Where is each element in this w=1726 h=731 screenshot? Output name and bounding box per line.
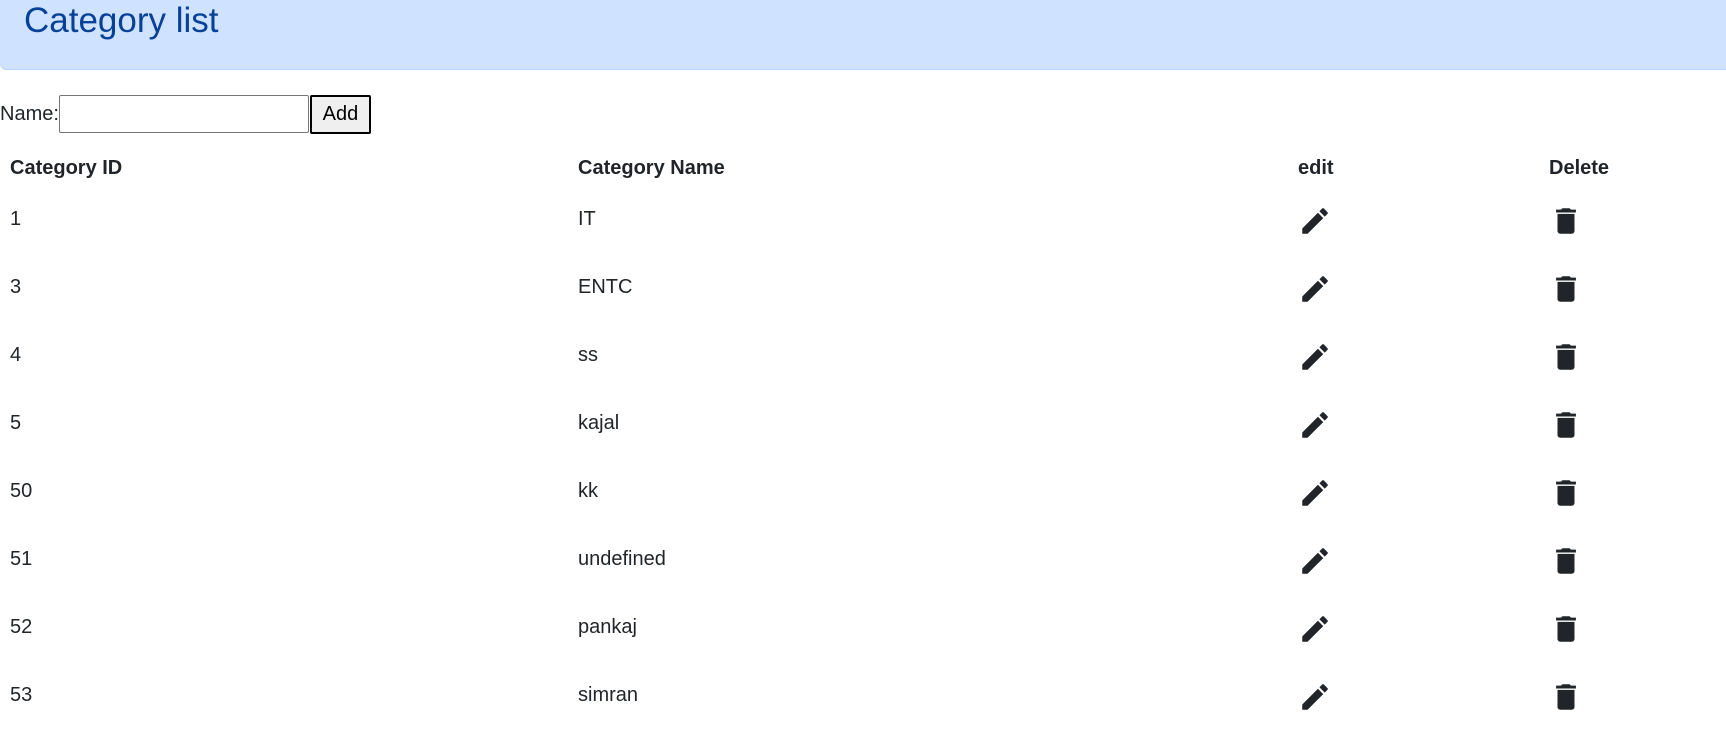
category-id: 4 bbox=[10, 343, 22, 366]
category-name-cell: ENTC bbox=[568, 255, 1288, 323]
table-header-row: Category ID Category Name edit Delete bbox=[0, 149, 1726, 187]
category-id: 51 bbox=[10, 547, 33, 570]
delete-cell bbox=[1539, 459, 1726, 527]
delete-cell bbox=[1539, 663, 1726, 731]
category-name-cell: undefined bbox=[568, 527, 1288, 595]
category-id-cell: 3 bbox=[0, 255, 568, 323]
trash-icon[interactable] bbox=[1549, 408, 1583, 442]
pencil-icon[interactable] bbox=[1298, 680, 1332, 714]
delete-cell bbox=[1539, 187, 1726, 255]
category-name-cell: simran bbox=[568, 663, 1288, 731]
category-table: Category ID Category Name edit Delete 1 I… bbox=[0, 149, 1726, 731]
page-title: Category list bbox=[24, 1, 219, 40]
category-id: 5 bbox=[10, 411, 22, 434]
edit-cell bbox=[1288, 459, 1539, 527]
table-row: 51 undefined bbox=[0, 527, 1726, 595]
pencil-icon[interactable] bbox=[1298, 544, 1332, 578]
category-name: IT bbox=[578, 207, 596, 230]
table-row: 1 IT bbox=[0, 187, 1726, 255]
category-name-cell: kajal bbox=[568, 391, 1288, 459]
delete-cell bbox=[1539, 255, 1726, 323]
category-id-cell: 53 bbox=[0, 663, 568, 731]
pencil-icon[interactable] bbox=[1298, 340, 1332, 374]
trash-icon[interactable] bbox=[1549, 204, 1583, 238]
pencil-icon[interactable] bbox=[1298, 204, 1332, 238]
delete-cell bbox=[1539, 595, 1726, 663]
table-row: 4 ss bbox=[0, 323, 1726, 391]
edit-cell bbox=[1288, 595, 1539, 663]
edit-cell bbox=[1288, 391, 1539, 459]
trash-icon[interactable] bbox=[1549, 476, 1583, 510]
category-id-cell: 50 bbox=[0, 459, 568, 527]
table-row: 53 simran bbox=[0, 663, 1726, 731]
category-name: undefined bbox=[578, 547, 666, 570]
category-name: kajal bbox=[578, 411, 620, 434]
table-row: 52 pankaj bbox=[0, 595, 1726, 663]
category-id-cell: 1 bbox=[0, 187, 568, 255]
edit-cell bbox=[1288, 527, 1539, 595]
pencil-icon[interactable] bbox=[1298, 476, 1332, 510]
page-header: Category list bbox=[0, 0, 1726, 70]
table-row: 3 ENTC bbox=[0, 255, 1726, 323]
add-button[interactable]: Add bbox=[309, 94, 371, 134]
column-header-category-name: Category Name bbox=[578, 156, 725, 179]
trash-icon[interactable] bbox=[1549, 272, 1583, 306]
column-header-edit: edit bbox=[1298, 156, 1334, 179]
category-id: 50 bbox=[10, 479, 33, 502]
name-input[interactable] bbox=[58, 95, 309, 133]
category-name-cell: pankaj bbox=[568, 595, 1288, 663]
category-id: 53 bbox=[10, 683, 33, 706]
category-name: ss bbox=[578, 343, 598, 366]
edit-cell bbox=[1288, 255, 1539, 323]
column-header-category-id: Category ID bbox=[10, 156, 123, 179]
add-category-form: Name: Add bbox=[0, 94, 371, 134]
table-row: 5 kajal bbox=[0, 391, 1726, 459]
category-id-cell: 52 bbox=[0, 595, 568, 663]
name-label: Name: bbox=[0, 102, 59, 125]
table-row: 50 kk bbox=[0, 459, 1726, 527]
trash-icon[interactable] bbox=[1549, 612, 1583, 646]
category-name: pankaj bbox=[578, 615, 637, 638]
category-name: simran bbox=[578, 683, 639, 706]
trash-icon[interactable] bbox=[1549, 680, 1583, 714]
pencil-icon[interactable] bbox=[1298, 612, 1332, 646]
category-name: ENTC bbox=[578, 275, 633, 298]
category-name: kk bbox=[578, 479, 598, 502]
category-id-cell: 51 bbox=[0, 527, 568, 595]
category-name-cell: kk bbox=[568, 459, 1288, 527]
trash-icon[interactable] bbox=[1549, 340, 1583, 374]
category-id-cell: 4 bbox=[0, 323, 568, 391]
column-header-delete: Delete bbox=[1549, 156, 1610, 179]
category-id: 1 bbox=[10, 207, 22, 230]
category-id: 52 bbox=[10, 615, 33, 638]
pencil-icon[interactable] bbox=[1298, 272, 1332, 306]
delete-cell bbox=[1539, 323, 1726, 391]
edit-cell bbox=[1288, 187, 1539, 255]
pencil-icon[interactable] bbox=[1298, 408, 1332, 442]
category-id-cell: 5 bbox=[0, 391, 568, 459]
delete-cell bbox=[1539, 391, 1726, 459]
edit-cell bbox=[1288, 323, 1539, 391]
delete-cell bbox=[1539, 527, 1726, 595]
category-id: 3 bbox=[10, 275, 22, 298]
category-name-cell: IT bbox=[568, 187, 1288, 255]
trash-icon[interactable] bbox=[1549, 544, 1583, 578]
category-name-cell: ss bbox=[568, 323, 1288, 391]
edit-cell bbox=[1288, 663, 1539, 731]
